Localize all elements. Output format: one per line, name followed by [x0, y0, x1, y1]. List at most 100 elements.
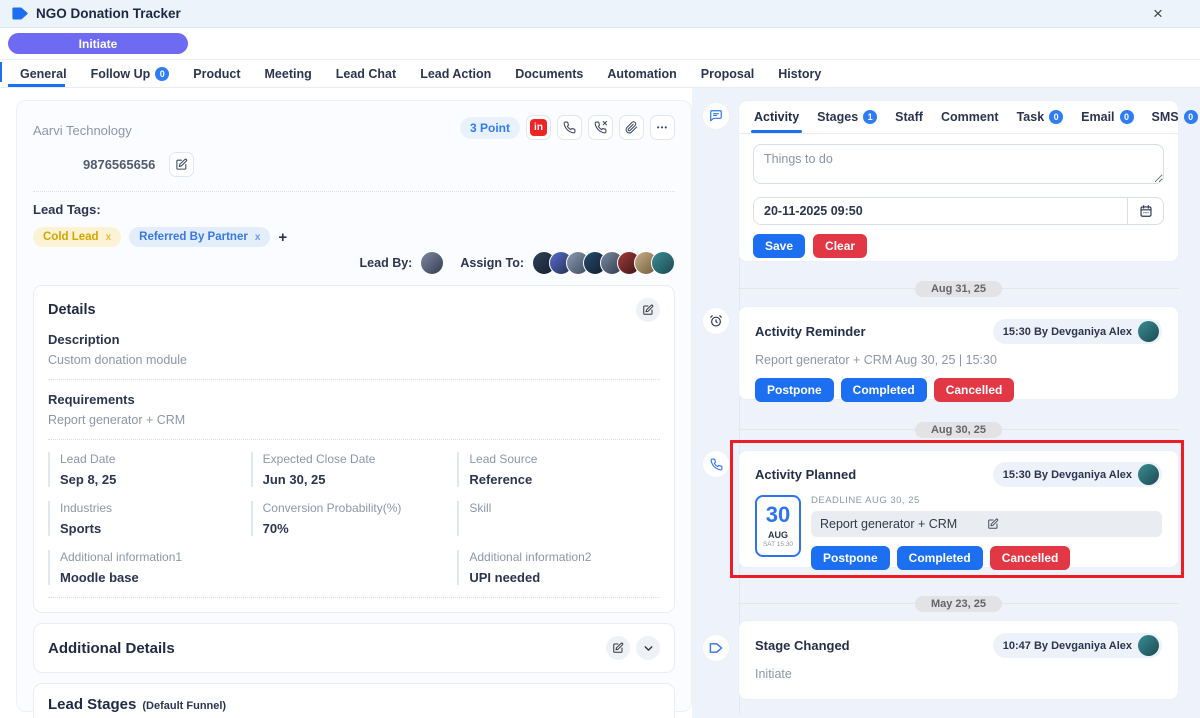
chevron-down-icon	[642, 642, 655, 655]
timeline-date-group: Aug 30, 25	[738, 422, 1179, 437]
stage-changed-card: Stage Changed 10:47 By Devganiya Alex In…	[738, 620, 1179, 700]
tab-comment[interactable]: Comment	[932, 101, 1008, 133]
missed-call-button[interactable]	[588, 115, 613, 140]
expand-additional-details-button[interactable]	[636, 636, 660, 660]
email-badge: 0	[1120, 110, 1134, 124]
phone-icon	[563, 121, 576, 134]
cancelled-button[interactable]: Cancelled	[934, 378, 1015, 402]
highlight-rectangle	[730, 440, 1184, 578]
pencil-square-icon	[642, 304, 654, 316]
attachment-button[interactable]	[619, 115, 644, 140]
sms-badge: 0	[1184, 110, 1198, 124]
field-expected-close-date: Expected Close DateJun 30, 25	[251, 452, 458, 487]
stage-changed-meta: 10:47 By Devganiya Alex	[993, 633, 1162, 658]
postpone-button[interactable]: Postpone	[755, 378, 834, 402]
phone-number: 9876565656	[83, 157, 155, 172]
activity-tabs: Activity Stages1 Staff Comment Task0 Ema…	[739, 101, 1178, 134]
activity-timeline-panel: Activity Stages1 Staff Comment Task0 Ema…	[692, 88, 1200, 718]
tab-sms[interactable]: SMS0	[1143, 101, 1200, 133]
lead-stages-subtitle: (Default Funnel)	[142, 700, 226, 712]
tab-product[interactable]: Product	[181, 60, 252, 87]
clear-button[interactable]: Clear	[813, 234, 867, 258]
tab-task[interactable]: Task0	[1008, 101, 1073, 133]
pipeline-stage-initiate[interactable]: Initiate	[8, 33, 188, 54]
avatar	[1138, 321, 1159, 342]
assign-to-label: Assign To:	[460, 256, 524, 270]
stage-changed-title: Stage Changed	[755, 638, 850, 653]
pencil-square-icon	[175, 158, 188, 171]
edit-phone-button[interactable]	[169, 152, 194, 177]
page-title: NGO Donation Tracker	[36, 6, 1148, 21]
phone-icon	[710, 458, 723, 471]
lead-by-avatar[interactable]	[420, 251, 444, 275]
tag-referred-by-partner[interactable]: Referred By Partnerx	[129, 227, 270, 247]
tag-cold-lead[interactable]: Cold Leadx	[33, 227, 121, 247]
save-button[interactable]: Save	[753, 234, 805, 258]
field-lead-date: Lead DateSep 8, 25	[48, 452, 251, 487]
field-blank	[251, 550, 458, 585]
more-button[interactable]: •••	[650, 115, 675, 140]
tab-documents[interactable]: Documents	[503, 60, 595, 87]
details-card: Details Description Custom donation modu…	[33, 285, 675, 613]
divider	[48, 597, 660, 598]
timeline-chat-marker	[703, 103, 729, 129]
tab-email[interactable]: Email0	[1072, 101, 1142, 133]
description-value: Custom donation module	[48, 353, 660, 367]
requirements-label: Requirements	[48, 392, 660, 407]
tab-lead-chat[interactable]: Lead Chat	[324, 60, 408, 87]
points-badge: 3 Point	[460, 117, 520, 139]
avatar	[1138, 635, 1159, 656]
divider	[33, 191, 675, 192]
remove-tag-icon[interactable]: x	[255, 232, 261, 243]
description-label: Description	[48, 332, 660, 347]
edit-details-button[interactable]	[636, 298, 660, 322]
assignee-avatars[interactable]	[532, 251, 675, 275]
edit-additional-details-button[interactable]	[606, 636, 630, 660]
tab-staff[interactable]: Staff	[886, 101, 932, 133]
field-skill: Skill	[457, 501, 660, 536]
pencil-square-icon	[612, 642, 624, 654]
tab-follow-up[interactable]: Follow Up0	[79, 60, 182, 87]
tab-activity[interactable]: Activity	[745, 101, 808, 133]
add-tag-button[interactable]: +	[278, 229, 287, 246]
details-title: Details	[48, 302, 96, 318]
tab-stages[interactable]: Stages1	[808, 101, 886, 133]
pipeline-bar: Initiate	[0, 28, 1200, 60]
additional-details-title: Additional Details	[48, 640, 175, 657]
divider	[48, 379, 660, 380]
activity-reminder-card: Activity Reminder 15:30 By Devganiya Ale…	[738, 306, 1179, 400]
calendar-icon	[1139, 204, 1153, 218]
reminder-meta: 15:30 By Devganiya Alex	[993, 319, 1162, 344]
details-field-grid: Lead DateSep 8, 25 Expected Close DateJu…	[48, 452, 660, 585]
lead-stages-card: Lead Stages (Default Funnel) Initiate Te…	[33, 683, 675, 718]
tab-history[interactable]: History	[766, 60, 833, 87]
tab-general[interactable]: General	[8, 60, 79, 87]
field-conversion-probability: Conversion Probability(%)70%	[251, 501, 458, 536]
field-lead-source: Lead SourceReference	[457, 452, 660, 487]
linkedin-icon: in	[530, 119, 547, 136]
timeline-call-marker	[703, 451, 729, 477]
remove-tag-icon[interactable]: x	[106, 232, 112, 243]
field-additional-information2: Additional information2UPI needed	[457, 550, 660, 585]
reminder-body: Report generator + CRM Aug 30, 25 | 15:3…	[755, 353, 1162, 367]
additional-details-card: Additional Details	[33, 623, 675, 673]
lead-tags-label: Lead Tags:	[33, 202, 675, 217]
timeline-date-group: Aug 31, 25	[738, 281, 1179, 296]
call-button[interactable]	[557, 115, 582, 140]
completed-button[interactable]: Completed	[841, 378, 927, 402]
lead-overview-panel: Aarvi Technology 9876565656 3 Point in •…	[16, 100, 692, 712]
tab-meeting[interactable]: Meeting	[253, 60, 324, 87]
app-logo-icon	[12, 7, 28, 20]
stage-flag-icon	[709, 642, 723, 654]
todo-input[interactable]	[753, 144, 1164, 184]
tab-proposal[interactable]: Proposal	[689, 60, 767, 87]
lead-by-label: Lead By:	[360, 256, 413, 270]
calendar-button[interactable]	[1127, 198, 1163, 224]
linkedin-button[interactable]: in	[526, 115, 551, 140]
close-icon[interactable]: ×	[1148, 4, 1168, 24]
datetime-input[interactable]	[754, 198, 1127, 224]
field-additional-information1: Additional information1Moodle base	[48, 550, 251, 585]
tab-lead-action[interactable]: Lead Action	[408, 60, 503, 87]
tab-automation[interactable]: Automation	[595, 60, 688, 87]
date-chip: May 23, 25	[915, 596, 1002, 612]
